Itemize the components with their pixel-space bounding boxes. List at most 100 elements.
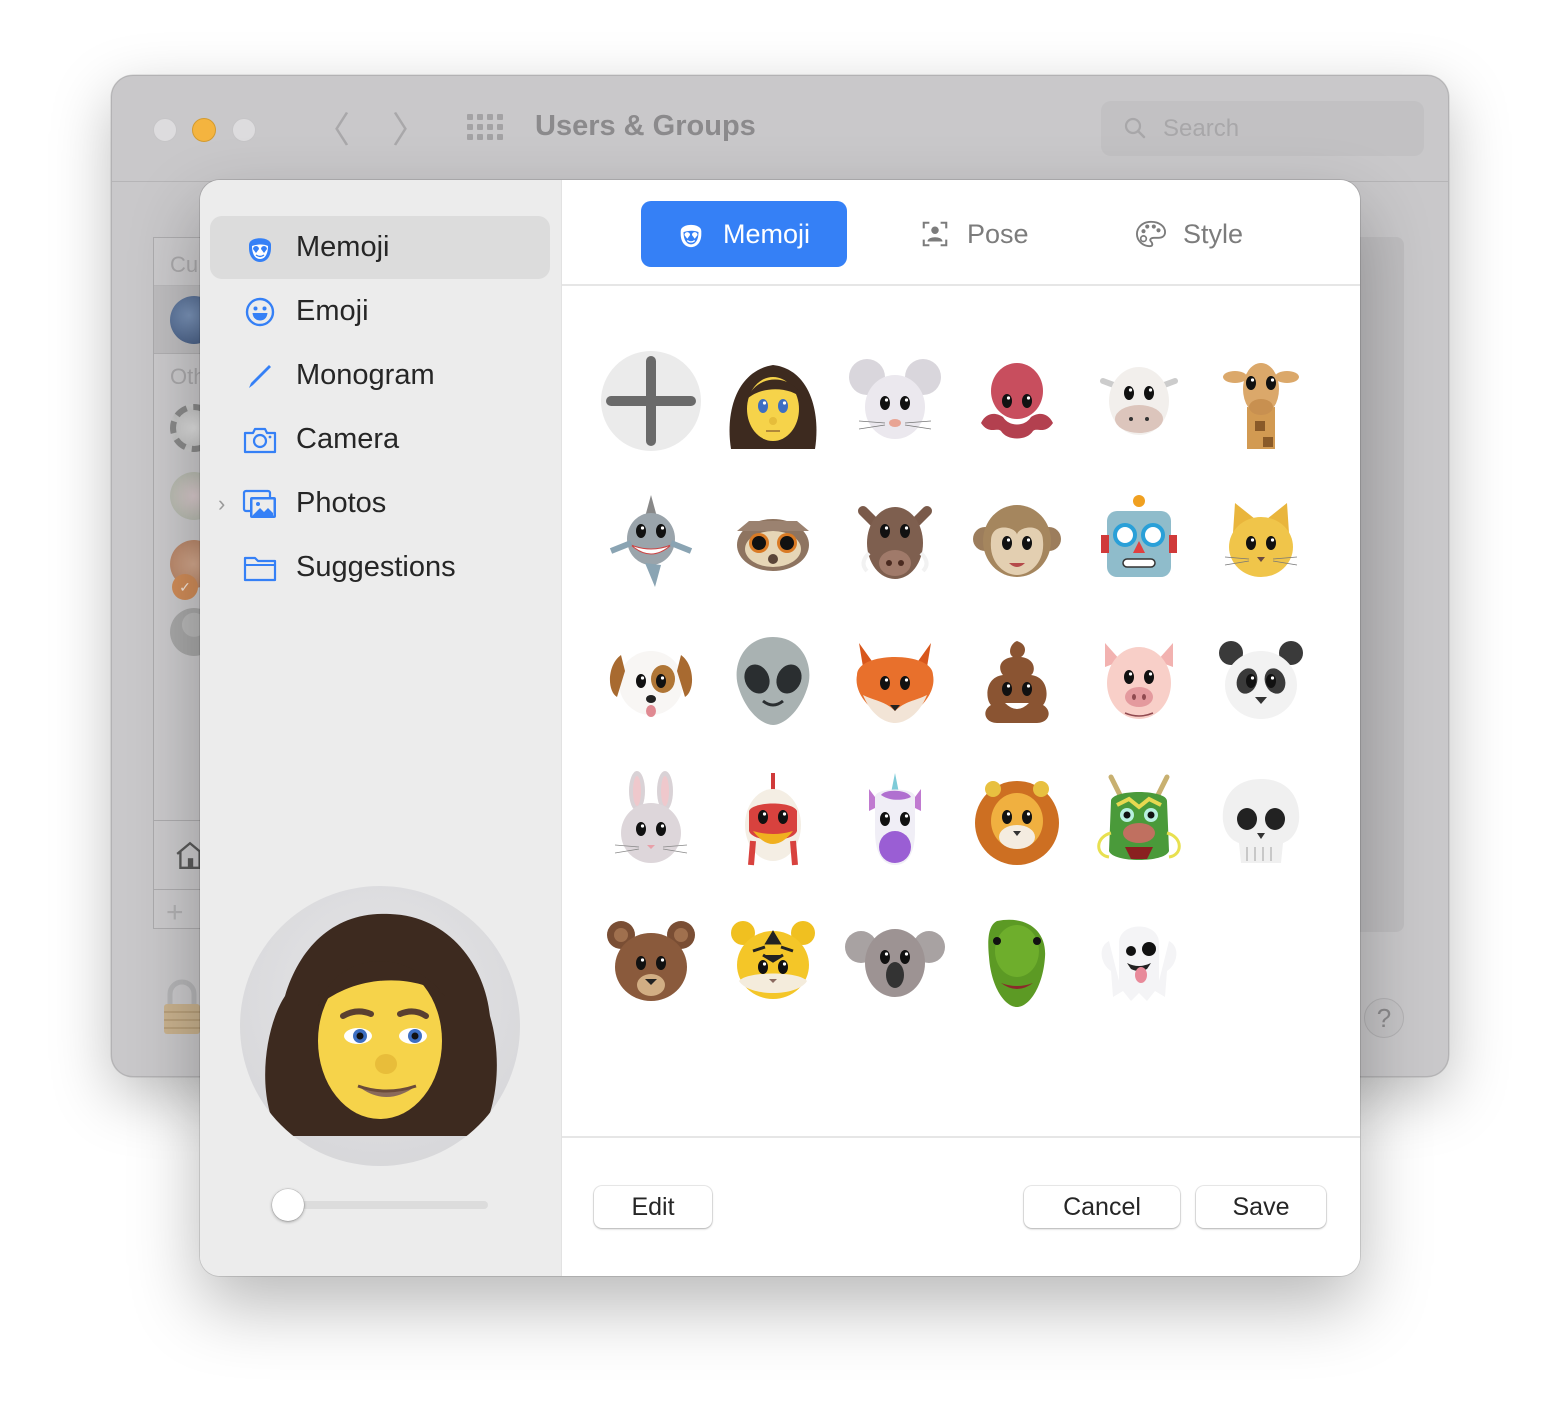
memoji-grid [590,340,1330,1040]
cancel-button[interactable]: Cancel [1024,1186,1180,1228]
memoji-option-memoji-woman[interactable] [712,340,834,462]
memoji-option-dog[interactable] [590,620,712,742]
memoji-option-giraffe[interactable] [1200,340,1322,462]
tab-label: Style [1183,218,1244,249]
sidebar-item-suggestions[interactable]: Suggestions [210,536,550,599]
memoji-option-shark[interactable] [590,480,712,602]
memoji-option-unicorn[interactable] [834,760,956,882]
giraffe-animoji-icon [1223,363,1299,449]
picker-sidebar: Memoji Emoji Monogram Camera › Photos Su… [200,180,562,1276]
memoji-option-alien[interactable] [712,620,834,742]
memoji-option-rabbit[interactable] [590,760,712,882]
memoji-face-icon [242,230,278,266]
back-arrow-icon[interactable]: 〈 [314,108,350,152]
add-memoji-button[interactable] [590,340,712,462]
folder-icon [242,550,278,586]
memoji-option-lion[interactable] [956,760,1078,882]
mouse-animoji-icon [849,359,941,439]
avatar-preview[interactable] [240,886,520,1166]
forward-arrow-icon[interactable]: 〉 [392,108,428,152]
memoji-option-robot[interactable] [1078,480,1200,602]
avatar-zoom-slider[interactable] [272,1188,488,1222]
lock-icon[interactable] [162,978,202,1038]
memoji-woman-preview [265,913,497,1136]
memoji-option-skull[interactable] [1200,760,1322,882]
tab-memoji[interactable]: Memoji [641,201,847,267]
sidebar-item-photos[interactable]: › Photos [210,472,550,535]
shark-animoji-icon [609,495,693,587]
memoji-option-boar[interactable] [834,480,956,602]
robot-animoji-icon [1101,495,1177,577]
sidebar-item-emoji[interactable]: Emoji [210,280,550,343]
edit-button[interactable]: Edit [594,1186,712,1228]
tiger-animoji-icon [731,921,815,999]
window-titlebar: 〈 〉 Users & Groups Search [112,76,1448,182]
tab-pose[interactable]: Pose [907,201,1077,267]
tab-label: Memoji [723,218,811,249]
pig-animoji-icon [1105,643,1173,719]
fox-animoji-icon [856,643,934,723]
unicorn-animoji-icon [869,773,921,865]
smiley-icon [242,294,278,330]
sidebar-label: Memoji [296,231,390,263]
memoji-option-ghost[interactable] [1078,900,1200,1022]
camera-icon [242,422,278,458]
sidebar-item-monogram[interactable]: Monogram [210,344,550,407]
zoom-window-button[interactable] [232,118,256,142]
memoji-option-dragon[interactable] [1078,760,1200,882]
picker-main: Memoji Pose Style Edit Cancel Save [562,180,1360,1276]
memoji-option-cat[interactable] [1200,480,1322,602]
memoji-option-cow[interactable] [1078,340,1200,462]
koala-animoji-icon [845,929,945,997]
search-icon [1124,117,1146,139]
dragon-animoji-icon [1097,774,1181,860]
monkey-animoji-icon [973,505,1061,577]
add-user-icon[interactable]: + [166,896,184,930]
memoji-option-tiger[interactable] [712,900,834,1022]
memoji-option-fox[interactable] [834,620,956,742]
memoji-option-chicken[interactable] [712,760,834,882]
minimize-window-button[interactable] [192,118,216,142]
cow-animoji-icon [1100,367,1178,435]
memoji-option-koala[interactable] [834,900,956,1022]
bear-animoji-icon [607,921,695,1001]
memoji-option-panda[interactable] [1200,620,1322,742]
pose-frame-icon [919,218,951,250]
picture-picker-sheet: Memoji Emoji Monogram Camera › Photos Su… [200,180,1360,1276]
help-button[interactable]: ? [1364,998,1404,1038]
memoji-option-poop[interactable] [956,620,1078,742]
disclosure-chevron-icon[interactable]: › [218,491,225,517]
memoji-option-monkey[interactable] [956,480,1078,602]
skull-animoji-icon [1222,779,1300,863]
search-field[interactable]: Search [1101,101,1424,156]
chicken-animoji-icon [745,773,801,866]
sidebar-item-memoji[interactable]: Memoji [210,216,550,279]
memoji-option-owl[interactable] [712,480,834,602]
boar-animoji-icon [858,506,932,579]
tab-style[interactable]: Style [1125,201,1305,267]
poop-animoji-icon [985,641,1049,723]
slider-thumb[interactable] [272,1189,304,1221]
sidebar-item-camera[interactable]: Camera [210,408,550,471]
memoji-option-octopus[interactable] [956,340,1078,462]
tab-label: Pose [967,218,1029,249]
pencil-icon [242,358,278,394]
plus-icon [606,356,696,446]
save-button[interactable]: Save [1196,1186,1326,1228]
search-placeholder: Search [1163,115,1240,142]
memoji-woman-animoji-icon [729,365,817,449]
memoji-option-t-rex[interactable] [956,900,1078,1022]
rabbit-animoji-icon [614,771,688,863]
show-all-grid-icon[interactable] [467,114,503,142]
footer-divider [562,1136,1360,1138]
photos-icon [242,486,278,522]
close-window-button[interactable] [153,118,177,142]
cat-animoji-icon [1224,503,1298,577]
sidebar-label: Monogram [296,359,435,391]
memoji-option-mouse[interactable] [834,340,956,462]
palette-icon [1135,218,1167,250]
t-rex-animoji-icon [988,919,1046,1007]
admin-check-badge: ✓ [172,574,198,600]
memoji-option-pig[interactable] [1078,620,1200,742]
memoji-option-bear[interactable] [590,900,712,1022]
